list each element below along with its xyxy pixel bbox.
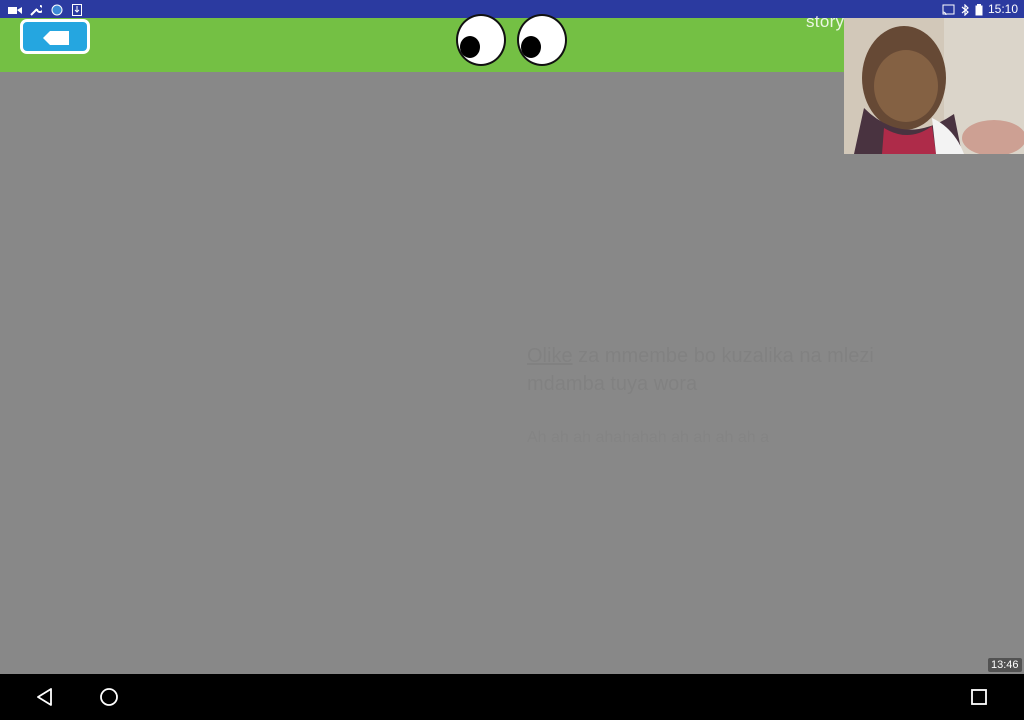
nav-recents-button[interactable] [966,684,992,710]
back-triangle-icon [37,688,52,706]
cast-icon [942,3,955,16]
right-eye [517,14,567,66]
camera-preview[interactable] [844,18,1024,154]
recents-square-icon [971,689,987,705]
wrench-icon [30,3,44,16]
googly-eyes-mascot [456,14,570,68]
bluetooth-icon [960,3,972,17]
system-nav-bar [0,674,1024,720]
story-text-body: za mmembe bo kuzalika na mlezi mdamba tu… [527,345,874,395]
home-circle-icon [100,688,118,706]
camera-preview-image [844,18,1024,154]
story-text-highlight: Olike [527,345,573,367]
globe-icon [51,3,63,16]
back-button[interactable] [20,19,90,54]
status-time: 15:10 [987,2,1018,16]
story-text: Olike za mmembe bo kuzalika na mlezi mda… [527,342,907,398]
back-arrow-icon [43,31,69,45]
nav-back-button[interactable] [32,684,58,710]
story-subtext: Ah ah ah ahahahah ah ah ah ah a [527,429,769,443]
left-eye [456,14,506,66]
nav-home-button[interactable] [96,684,122,710]
battery-icon [975,3,987,16]
download-icon [72,3,84,16]
right-pupil [521,36,541,58]
dimmed-content-area[interactable]: Olike za mmembe bo kuzalika na mlezi mda… [0,72,1024,674]
video-camera-icon [8,3,22,15]
left-pupil [460,36,480,58]
video-timestamp: 13:46 [988,658,1022,672]
